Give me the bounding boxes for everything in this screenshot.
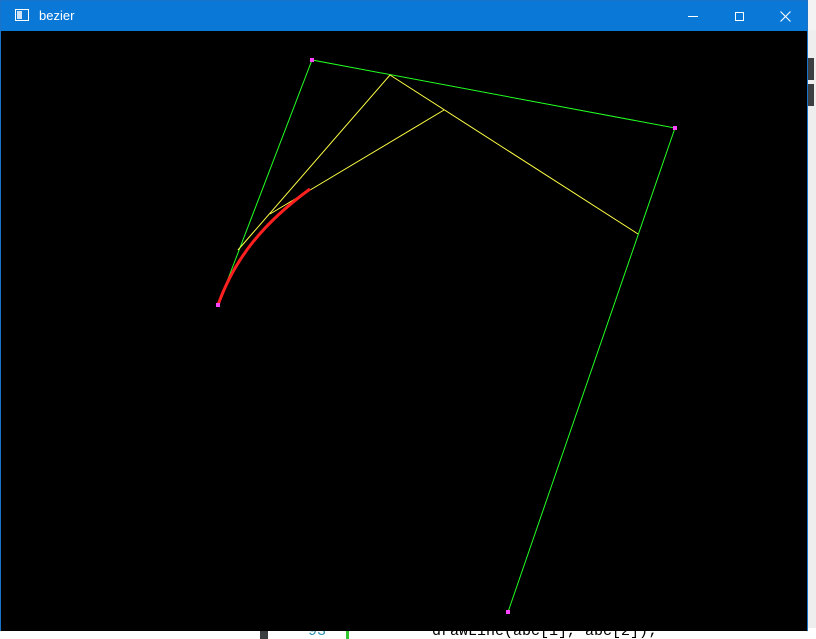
window-title: bezier <box>39 8 75 23</box>
title-bar[interactable]: bezier <box>1 1 807 31</box>
construction-line <box>389 74 639 235</box>
panel-mark <box>808 84 814 106</box>
close-icon <box>779 10 791 22</box>
change-marker <box>346 630 349 639</box>
minimize-icon <box>688 15 698 17</box>
bezier-drawing <box>216 58 677 614</box>
close-button[interactable] <box>762 1 808 31</box>
bezier-curve <box>216 187 311 306</box>
minimize-button[interactable] <box>670 1 716 31</box>
control-point[interactable] <box>673 126 677 130</box>
panel-mark <box>808 58 814 80</box>
control-point[interactable] <box>216 303 220 307</box>
maximize-icon <box>734 11 744 21</box>
drawing-canvas[interactable] <box>1 31 807 631</box>
control-polygon <box>217 59 676 613</box>
control-point[interactable] <box>506 610 510 614</box>
construction-line <box>237 74 391 251</box>
control-point[interactable] <box>310 58 314 62</box>
bezier-window: bezier <box>0 0 808 631</box>
maximize-button[interactable] <box>716 1 762 31</box>
app-icon[interactable] <box>15 9 29 21</box>
